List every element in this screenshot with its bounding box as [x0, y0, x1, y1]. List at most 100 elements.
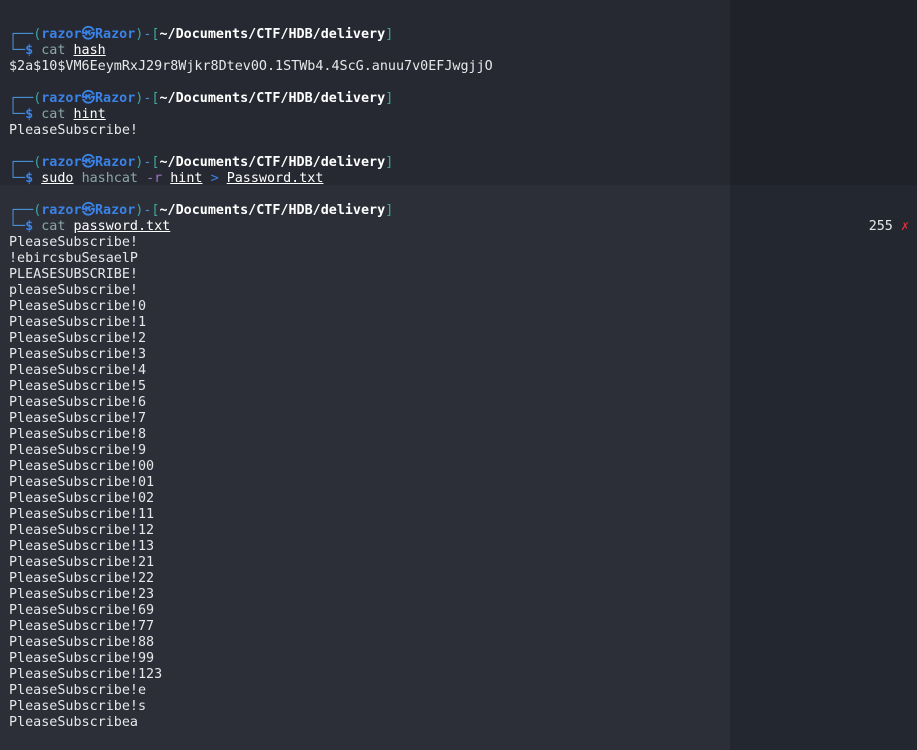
command-arg: hash — [73, 43, 106, 58]
command-name: cat — [41, 107, 66, 122]
exit-status: 255 ✗ — [869, 219, 909, 235]
prompt-box: ┌── — [9, 27, 34, 42]
output-text: PleaseSubscribe!13 — [9, 539, 155, 554]
output-line: PleaseSubscribe!123 — [9, 667, 909, 683]
command-flag: -r — [146, 171, 163, 186]
output-line: PleaseSubscribe!11 — [9, 507, 909, 523]
output-line: PleaseSubscribe!99 — [9, 651, 909, 667]
output-text: PleaseSubscribe!e — [9, 683, 147, 698]
prompt-cwd: ~/Documents/CTF/HDB/delivery — [159, 155, 386, 170]
prompt-dollar: $ — [25, 43, 34, 58]
output-line: PleaseSubscribea — [9, 715, 909, 731]
output-text: PleaseSubscribe!8 — [9, 427, 147, 442]
prompt-box: └─ — [9, 43, 26, 58]
command-name: hashcat — [81, 171, 138, 186]
prompt-line: ┌──(razor㉿Razor)-[~/Documents/CTF/HDB/de… — [9, 27, 909, 43]
prompt-host: Razor — [94, 91, 136, 106]
command-arg: Password.txt — [226, 171, 324, 186]
prompt-at-icon: ㉿ — [81, 27, 95, 42]
output-text: PleaseSubscribe!6 — [9, 395, 147, 410]
command-line: └─$ cat hint — [9, 107, 909, 123]
output-text: !ebircsbuSesaelP — [9, 251, 138, 266]
output-text: PleaseSubscribe!1 — [9, 315, 147, 330]
prompt-line: ┌──(razor㉿Razor)-[~/Documents/CTF/HDB/de… — [9, 203, 909, 219]
prompt-box: └─ — [9, 171, 26, 186]
output-line: PleaseSubscribe!69 — [9, 603, 909, 619]
output-text: PleaseSubscribe!01 — [9, 475, 155, 490]
output-text: PleaseSubscribe! — [9, 235, 138, 250]
output-line: PLEASESUBSCRIBE! — [9, 267, 909, 283]
output-line: PleaseSubscribe!7 — [9, 411, 909, 427]
prompt-dollar: $ — [25, 107, 34, 122]
output-line: PleaseSubscribe!0 — [9, 299, 909, 315]
output-text: PleaseSubscribe!s — [9, 699, 147, 714]
output-line: PleaseSubscribe!77 — [9, 619, 909, 635]
output-text: PleaseSubscribe!21 — [9, 555, 155, 570]
output-line: PleaseSubscribe!5 — [9, 379, 909, 395]
output-text: PleaseSubscribe!0 — [9, 299, 147, 314]
output-line: PleaseSubscribe!1 — [9, 315, 909, 331]
command-arg: hint — [73, 107, 106, 122]
prompt-bracket: ] — [385, 91, 394, 106]
output-text: PleaseSubscribe!02 — [9, 491, 155, 506]
output-text: PleaseSubscribe! — [9, 123, 138, 138]
output-line: PleaseSubscribe!12 — [9, 523, 909, 539]
output-line: PleaseSubscribe!00 — [9, 459, 909, 475]
output-text: PleaseSubscribe!69 — [9, 603, 155, 618]
output-line: PleaseSubscribe!4 — [9, 363, 909, 379]
exit-code: 255 — [868, 219, 893, 234]
output-text: PleaseSubscribe!88 — [9, 635, 155, 650]
output-line: PleaseSubscribe!22 — [9, 571, 909, 587]
terminal-output[interactable]: ┌──(razor㉿Razor)-[~/Documents/CTF/HDB/de… — [9, 27, 909, 731]
prompt-user: razor — [41, 91, 82, 106]
output-text: PleaseSubscribe!5 — [9, 379, 147, 394]
output-text: $2a$10$VM6EeymRxJ29r8Wjkr8Dtev0O.1STWb4.… — [9, 59, 493, 74]
output-line: pleaseSubscribe! — [9, 283, 909, 299]
output-text: PleaseSubscribea — [9, 715, 138, 730]
output-line: PleaseSubscribe!02 — [9, 491, 909, 507]
prompt-cwd: ~/Documents/CTF/HDB/delivery — [159, 203, 386, 218]
prompt-bracket: ] — [385, 27, 394, 42]
output-text: PleaseSubscribe!77 — [9, 619, 155, 634]
command-line: └─$ sudo hashcat -r hint > Password.txt — [9, 171, 909, 187]
output-line: PleaseSubscribe!e — [9, 683, 909, 699]
output-line: PleaseSubscribe! — [9, 235, 909, 251]
output-line: PleaseSubscribe!21 — [9, 555, 909, 571]
prompt-at-icon: ㉿ — [81, 91, 95, 106]
output-text: pleaseSubscribe! — [9, 283, 138, 298]
output-text: PleaseSubscribe!123 — [9, 667, 163, 682]
command-name: cat — [41, 219, 66, 234]
prompt-box: └─ — [9, 107, 26, 122]
prompt-cwd: ~/Documents/CTF/HDB/delivery — [159, 27, 386, 42]
command-line: └─$ cat hash — [9, 43, 909, 59]
prompt-host: Razor — [94, 155, 136, 170]
prompt-user: razor — [41, 155, 82, 170]
prompt-at-icon: ㉿ — [81, 155, 95, 170]
prompt-box: ┌── — [9, 91, 34, 106]
output-line: PleaseSubscribe!13 — [9, 539, 909, 555]
output-text: PleaseSubscribe!00 — [9, 459, 155, 474]
prompt-box: └─ — [9, 219, 26, 234]
output-line: PleaseSubscribe!6 — [9, 395, 909, 411]
command-arg: password.txt — [73, 219, 171, 234]
prompt-at-icon: ㉿ — [81, 203, 95, 218]
output-text: PleaseSubscribe!11 — [9, 507, 155, 522]
prompt-dollar: $ — [25, 219, 34, 234]
command-arg: hint — [170, 171, 203, 186]
output-text: PleaseSubscribe!4 — [9, 363, 147, 378]
output-line: $2a$10$VM6EeymRxJ29r8Wjkr8Dtev0O.1STWb4.… — [9, 59, 909, 75]
redirect-operator: > — [210, 171, 219, 186]
output-line: PleaseSubscribe!2 — [9, 331, 909, 347]
output-line: PleaseSubscribe!23 — [9, 587, 909, 603]
prompt-cwd: ~/Documents/CTF/HDB/delivery — [159, 91, 386, 106]
output-text: PleaseSubscribe!22 — [9, 571, 155, 586]
prompt-line: ┌──(razor㉿Razor)-[~/Documents/CTF/HDB/de… — [9, 155, 909, 171]
output-line: PleaseSubscribe!3 — [9, 347, 909, 363]
output-line: PleaseSubscribe!01 — [9, 475, 909, 491]
output-text: PleaseSubscribe!3 — [9, 347, 147, 362]
output-text: PleaseSubscribe!12 — [9, 523, 155, 538]
output-text: PleaseSubscribe!7 — [9, 411, 147, 426]
output-line: PleaseSubscribe! — [9, 123, 909, 139]
